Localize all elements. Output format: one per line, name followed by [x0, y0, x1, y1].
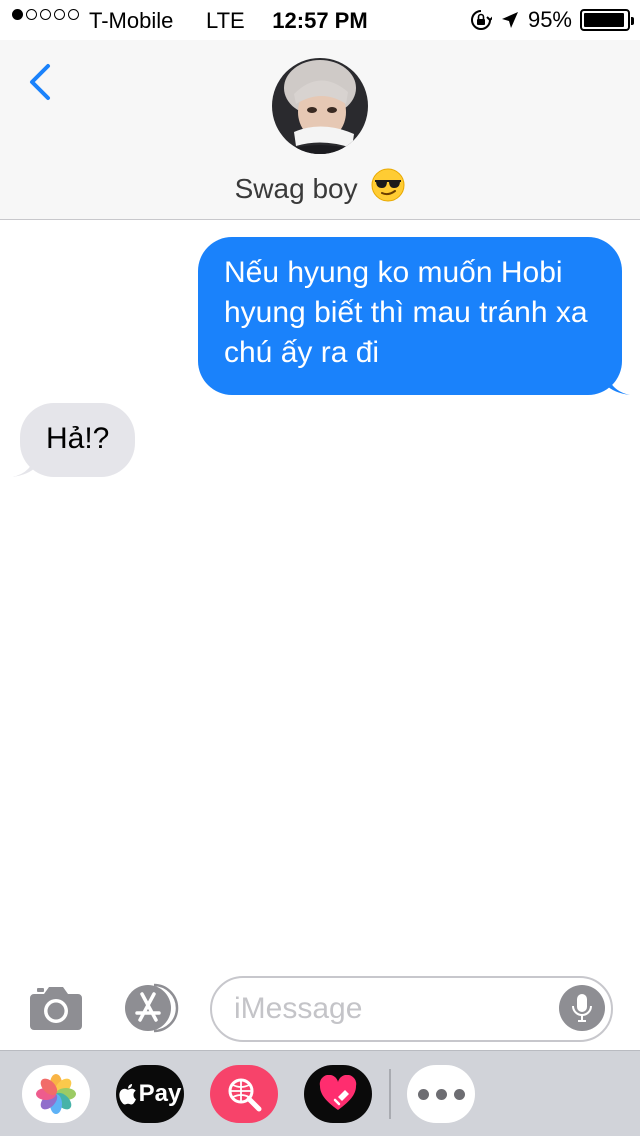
status-bar: T-Mobile LTE 12:57 PM 95%	[0, 0, 640, 40]
apple-pay-app-button[interactable]: Pay	[116, 1065, 184, 1123]
image-search-app-button[interactable]	[210, 1065, 278, 1123]
contact-name: Swag boy	[234, 173, 358, 204]
outgoing-message-bubble[interactable]: Nếu hyung ko muốn Hobi hyung biết thì ma…	[198, 237, 630, 395]
battery-fill	[584, 13, 624, 27]
more-dot	[435, 1088, 447, 1100]
microphone-button[interactable]	[559, 985, 605, 1031]
message-thread[interactable]: Nếu hyung ko muốn Hobi hyung biết thì ma…	[0, 221, 640, 971]
drawer-divider	[389, 1069, 391, 1119]
message-text: Hả!?	[46, 422, 110, 455]
location-arrow-icon	[501, 12, 518, 28]
camera-icon	[30, 987, 82, 1030]
orientation-lock-icon	[470, 10, 492, 30]
message-text: Nếu hyung ko muốn Hobi hyung biết thì ma…	[224, 256, 588, 369]
more-dots-icon	[417, 1088, 429, 1100]
heart-touch-icon	[319, 1075, 357, 1110]
globe-search-icon	[228, 1078, 262, 1112]
back-button[interactable]	[22, 60, 62, 104]
contact-name-row[interactable]: Swag boy	[0, 168, 640, 205]
chevron-left-icon	[30, 64, 50, 100]
apple-pay-label: Pay	[138, 1080, 182, 1107]
bubble-tail	[12, 453, 36, 477]
more-dot	[453, 1088, 465, 1100]
more-apps-button[interactable]	[407, 1065, 475, 1123]
imessage-input[interactable]	[210, 976, 613, 1042]
camera-button[interactable]	[28, 982, 84, 1032]
avatar[interactable]	[272, 58, 368, 154]
digital-touch-app-button[interactable]	[304, 1065, 372, 1123]
photos-app-button[interactable]	[22, 1065, 90, 1123]
apple-logo-icon	[118, 1084, 136, 1105]
incoming-message-bubble[interactable]: Hả!?	[12, 403, 136, 477]
compose-bar	[0, 970, 640, 1050]
messages-screen: T-Mobile LTE 12:57 PM 95% Swag boy Nếu h…	[0, 0, 640, 1136]
photos-icon	[36, 1074, 76, 1114]
battery-percent: 95%	[527, 7, 572, 32]
bubble-tail	[606, 371, 630, 395]
microphone-icon	[572, 994, 592, 1022]
conversation-header: Swag boy	[0, 40, 640, 220]
sunglasses-emoji-icon	[371, 168, 405, 202]
status-right-group: 95%	[470, 7, 634, 33]
app-store-button[interactable]	[120, 982, 182, 1034]
app-store-icon	[125, 983, 179, 1033]
battery-icon	[580, 9, 634, 31]
contact-avatar-photo	[272, 58, 368, 154]
imessage-app-drawer: Pay	[0, 1050, 640, 1136]
